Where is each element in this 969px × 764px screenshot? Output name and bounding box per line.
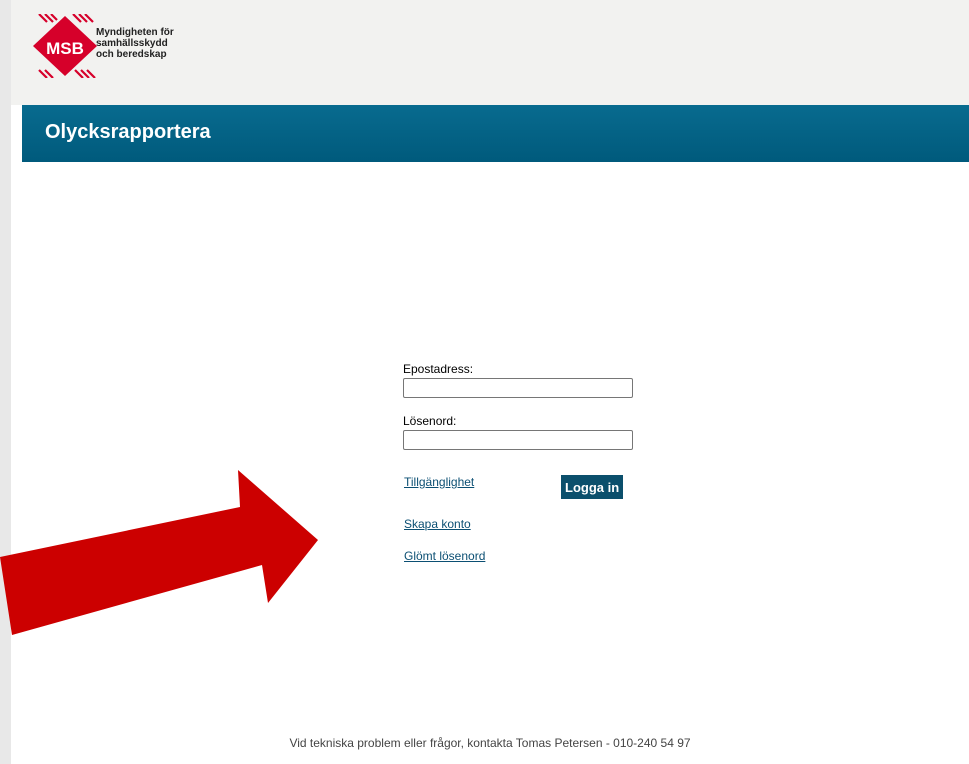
forgot-password-link[interactable]: Glömt lösenord: [404, 549, 485, 563]
password-label: Lösenord:: [403, 414, 457, 428]
page: MSB Myndigheten för samhällsskydd och be…: [11, 0, 969, 764]
login-button[interactable]: Logga in: [561, 475, 624, 499]
accessibility-link[interactable]: Tillgänglighet: [404, 475, 474, 489]
org-name: Myndigheten för samhällsskydd och bereds…: [96, 27, 186, 60]
password-field[interactable]: [403, 430, 633, 450]
title-bar: Olycksrapportera: [22, 105, 969, 162]
login-form: Epostadress: Lösenord: Tillgänglighet Lo…: [403, 362, 643, 563]
arrow-right-icon: [0, 470, 318, 635]
email-label: Epostadress:: [403, 362, 474, 376]
footer-contact: Vid tekniska problem eller frågor, konta…: [289, 736, 691, 750]
page-title: Olycksrapportera: [45, 121, 211, 143]
org-name-line2: samhällsskydd: [96, 38, 168, 49]
create-account-link[interactable]: Skapa konto: [404, 517, 471, 531]
org-name-line1: Myndigheten för: [96, 27, 174, 38]
logo-abbr: MSB: [46, 39, 84, 58]
top-header: MSB Myndigheten för samhällsskydd och be…: [11, 0, 969, 105]
org-name-line3: och beredskap: [96, 49, 167, 60]
email-field[interactable]: [403, 378, 633, 398]
